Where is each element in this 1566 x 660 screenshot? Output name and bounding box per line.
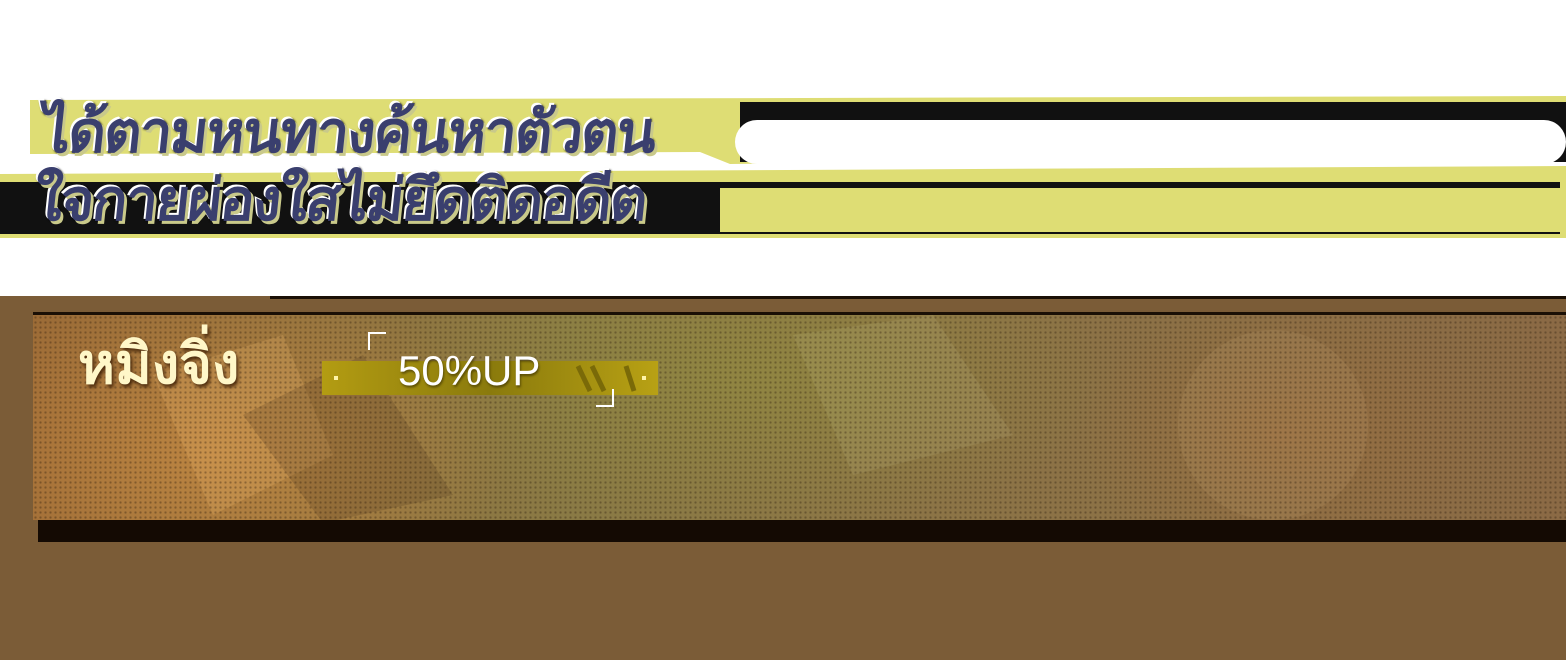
character-name: หมิงจิ่ง bbox=[78, 332, 240, 397]
chevron-3 bbox=[623, 365, 637, 392]
banner-halftone bbox=[33, 315, 1566, 520]
bonus-value: 50%UP bbox=[398, 347, 541, 394]
banner-bottom-shadow bbox=[38, 520, 1566, 542]
headline-text: ได้ตามหนทางค้นหาตัวตน ใจกายผ่องใสไม่ยึดต… bbox=[31, 98, 658, 234]
chevron-1 bbox=[575, 364, 593, 393]
bracket-open bbox=[368, 332, 386, 350]
headline-white-cover-bottom bbox=[720, 188, 1560, 232]
headline-line-1: ได้ตามหนทางค้นหาตัวตน bbox=[38, 98, 659, 166]
banner-top-line bbox=[270, 296, 1566, 299]
chevron-2 bbox=[589, 364, 607, 393]
banner-panel bbox=[33, 312, 1566, 520]
bonus-dot-left bbox=[334, 376, 338, 380]
headline-block: ได้ตามหนทางค้นหาตัวตน ใจกายผ่องใสไม่ยึดต… bbox=[0, 92, 1566, 242]
headline-line-2: ใจกายผ่องใสไม่ยึดติดอดีต bbox=[30, 166, 650, 234]
headline-white-pill bbox=[735, 120, 1566, 164]
bracket-close bbox=[596, 389, 614, 407]
